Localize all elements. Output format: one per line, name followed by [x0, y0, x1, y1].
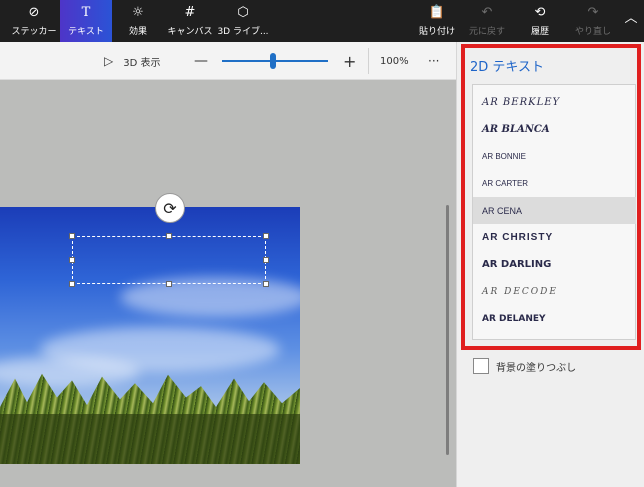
grass-base-shape: [0, 414, 300, 464]
redo-label: やり直し: [574, 26, 611, 37]
toolbar-divider: [368, 48, 369, 74]
history-label: 履歴: [530, 26, 549, 37]
redo-icon: ↷: [587, 4, 599, 20]
resize-handle[interactable]: [69, 257, 75, 263]
resize-handle[interactable]: [166, 281, 172, 287]
zoom-slider-thumb[interactable]: [270, 53, 276, 69]
resize-handle[interactable]: [263, 257, 269, 263]
resize-handle[interactable]: [69, 233, 75, 239]
3d-view-label: 3D 表示: [123, 57, 161, 69]
paste-label: 貼り付け: [418, 26, 455, 37]
text-box-selection[interactable]: [72, 236, 266, 284]
resize-handle[interactable]: [166, 233, 172, 239]
zoom-level[interactable]: 100%: [380, 42, 409, 80]
history-button[interactable]: ⟲ 履歴: [518, 0, 562, 42]
rotate-handle-icon[interactable]: ⟳: [155, 193, 185, 223]
fill-background-checkbox[interactable]: [473, 358, 489, 374]
more-options-button[interactable]: ···: [428, 42, 439, 80]
redo-button[interactable]: ↷ やり直し: [570, 0, 616, 42]
effects-icon: ☼: [132, 4, 144, 20]
canvas-button[interactable]: # キャンバス: [164, 0, 216, 42]
text-tool-icon: T: [81, 4, 91, 20]
resize-handle[interactable]: [263, 281, 269, 287]
paste-button[interactable]: 📋 貼り付け: [414, 0, 460, 42]
effects-button[interactable]: ☼ 効果: [112, 0, 164, 42]
undo-icon: ↶: [481, 4, 493, 20]
vertical-scrollbar[interactable]: [446, 205, 449, 455]
undo-label: 元に戻す: [468, 26, 505, 37]
paste-icon: 📋: [428, 4, 446, 20]
canvas-label: キャンバス: [167, 26, 213, 37]
chevron-up-icon: ︿: [624, 11, 638, 26]
3d-library-label: 3D ライブ...: [217, 26, 269, 37]
3d-library-button[interactable]: ⬡ 3D ライブ...: [216, 0, 270, 42]
history-icon: ⟲: [534, 4, 546, 20]
3d-library-icon: ⬡: [237, 4, 249, 20]
zoom-in-button[interactable]: +: [343, 42, 356, 80]
cloud-shape: [0, 357, 140, 387]
sticker-label: ステッカー: [11, 26, 57, 37]
3d-view-icon: ▷: [104, 54, 114, 68]
sticker-icon: ⊘: [28, 4, 40, 20]
canvas-icon: #: [184, 4, 196, 20]
effects-label: 効果: [128, 26, 147, 37]
fill-background-label: 背景の塗りつぶし: [496, 363, 577, 374]
resize-handle[interactable]: [263, 233, 269, 239]
zoom-out-button[interactable]: —: [194, 42, 208, 80]
sticker-button[interactable]: ⊘ ステッカー: [8, 0, 60, 42]
font-panel-highlight: [461, 44, 641, 350]
text-tool-button[interactable]: T テキスト: [60, 0, 112, 42]
resize-handle[interactable]: [69, 281, 75, 287]
text-tool-label: テキスト: [68, 26, 104, 37]
3d-view-button[interactable]: ▷ 3D 表示: [104, 42, 160, 80]
top-ribbon: ⊘ ステッカー T テキスト ☼ 効果 # キャンバス ⬡ 3D ライブ... …: [0, 0, 644, 42]
undo-button[interactable]: ↶ 元に戻す: [464, 0, 510, 42]
collapse-ribbon-button[interactable]: ︿: [620, 0, 642, 42]
